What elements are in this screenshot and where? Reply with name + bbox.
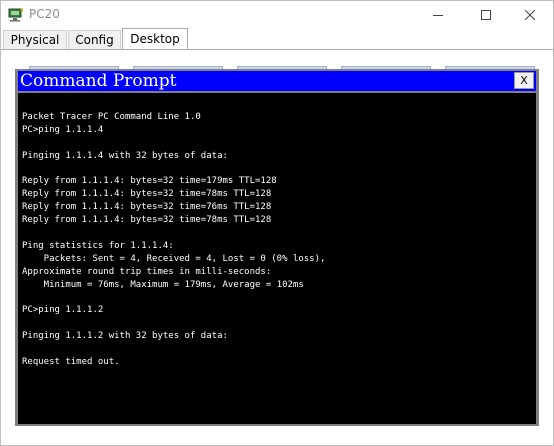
minimize-icon	[433, 14, 443, 16]
maximize-button[interactable]	[463, 1, 509, 28]
terminal-line: Packets: Sent = 4, Received = 4, Lost = …	[22, 253, 326, 264]
tab-bar: Physical Config Desktop	[1, 28, 553, 50]
terminal-line: Approximate round trip times in milli-se…	[22, 266, 272, 277]
tab-physical[interactable]: Physical	[3, 30, 67, 49]
terminal-line: Reply from 1.1.1.4: bytes=32 time=76ms T…	[22, 202, 272, 213]
tab-config[interactable]: Config	[68, 30, 121, 49]
title-bar[interactable]: PC20	[1, 1, 553, 28]
close-window-button[interactable]	[507, 1, 553, 28]
app-window: PC20 Physical Config Desktop Command Pro…	[0, 0, 554, 446]
tab-divider	[1, 49, 553, 50]
terminal-line: Packet Tracer PC Command Line 1.0	[22, 112, 201, 122]
terminal-line: Reply from 1.1.1.4: bytes=32 time=78ms T…	[22, 215, 272, 226]
terminal-output[interactable]: Packet Tracer PC Command Line 1.0 PC>pin…	[18, 93, 536, 424]
terminal-line: Reply from 1.1.1.4: bytes=32 time=78ms T…	[22, 189, 272, 200]
desktop-panel: Command Prompt X Packet Tracer PC Comman…	[3, 51, 551, 443]
terminal-line: Minimum = 76ms, Maximum = 179ms, Average…	[22, 279, 304, 290]
command-prompt-header: Command Prompt X	[18, 71, 536, 91]
window-title: PC20	[29, 7, 60, 21]
command-prompt-title: Command Prompt	[20, 71, 177, 91]
terminal-line: Pinging 1.1.1.2 with 32 bytes of data:	[22, 331, 228, 342]
terminal-line: PC>ping 1.1.1.2	[22, 305, 104, 316]
maximize-icon	[481, 9, 491, 20]
terminal-line: Request timed out.	[22, 356, 120, 367]
terminal-lines: Packet Tracer PC Command Line 1.0 PC>pin…	[22, 111, 325, 369]
terminal-line: Ping statistics for 1.1.1.4:	[22, 240, 174, 251]
terminal-line: PC>ping 1.1.1.4	[22, 124, 104, 135]
command-prompt-window: Command Prompt X Packet Tracer PC Comman…	[15, 69, 539, 426]
close-icon	[525, 9, 535, 20]
terminal-line: Reply from 1.1.1.4: bytes=32 time=179ms …	[22, 176, 277, 187]
minimize-button[interactable]	[415, 1, 461, 28]
command-prompt-close-button[interactable]: X	[514, 72, 534, 89]
terminal-line: Pinging 1.1.1.4 with 32 bytes of data:	[22, 150, 228, 161]
packet-tracer-pc-icon	[8, 7, 24, 22]
tab-desktop[interactable]: Desktop	[122, 28, 188, 50]
